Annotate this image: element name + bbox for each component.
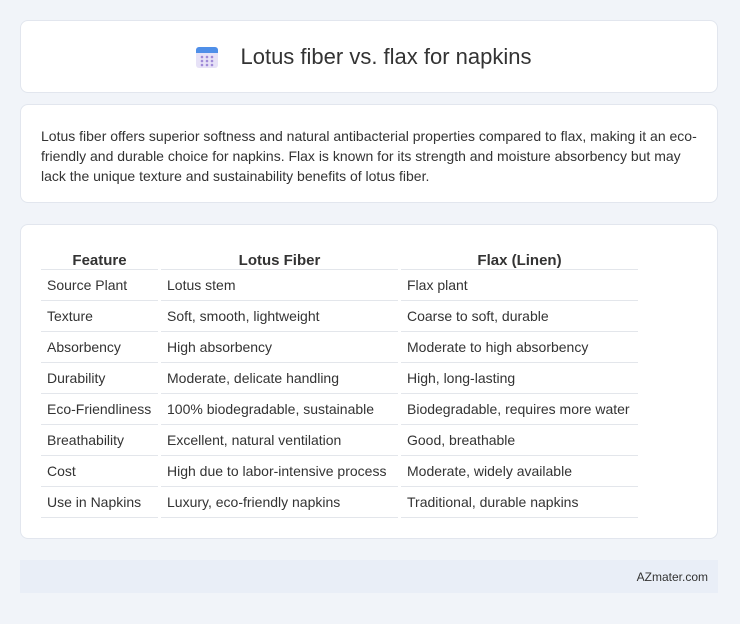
table-cell: Source Plant — [41, 270, 158, 301]
table-cell: High absorbency — [161, 332, 398, 363]
table-cell: Biodegradable, requires more water — [401, 394, 638, 425]
table-cell: Lotus stem — [161, 270, 398, 301]
table-row: Eco-Friendliness 100% biodegradable, sus… — [41, 394, 638, 425]
table-cell: Soft, smooth, lightweight — [161, 301, 398, 332]
table-cell: High due to labor-intensive process — [161, 456, 398, 487]
calendar-icon — [196, 46, 219, 68]
table-cell: Moderate to high absorbency — [401, 332, 638, 363]
table-cell: 100% biodegradable, sustainable — [161, 394, 398, 425]
table-cell: High, long-lasting — [401, 363, 638, 394]
footer-bar: AZmater.com — [20, 560, 718, 593]
table-cell: Absorbency — [41, 332, 158, 363]
column-header-feature: Feature — [41, 245, 158, 270]
table-cell: Breathability — [41, 425, 158, 456]
comparison-table: Feature Lotus Fiber Flax (Linen) Source … — [38, 245, 641, 518]
table-row: Source Plant Lotus stem Flax plant — [41, 270, 638, 301]
intro-card: Lotus fiber offers superior softness and… — [20, 104, 718, 203]
table-cell: Traditional, durable napkins — [401, 487, 638, 518]
table-cell: Durability — [41, 363, 158, 394]
table-cell: Luxury, eco-friendly napkins — [161, 487, 398, 518]
table-row: Use in Napkins Luxury, eco-friendly napk… — [41, 487, 638, 518]
intro-text: Lotus fiber offers superior softness and… — [41, 128, 697, 184]
table-cell: Moderate, widely available — [401, 456, 638, 487]
footer-brand[interactable]: AZmater.com — [637, 570, 708, 584]
table-cell: Cost — [41, 456, 158, 487]
table-header-row: Feature Lotus Fiber Flax (Linen) — [41, 245, 638, 270]
table-cell: Use in Napkins — [41, 487, 158, 518]
column-header-lotus-fiber: Lotus Fiber — [161, 245, 398, 270]
table-cell: Flax plant — [401, 270, 638, 301]
table-row: Texture Soft, smooth, lightweight Coarse… — [41, 301, 638, 332]
table-row: Breathability Excellent, natural ventila… — [41, 425, 638, 456]
table-cell: Texture — [41, 301, 158, 332]
table-row: Durability Moderate, delicate handling H… — [41, 363, 638, 394]
table-cell: Good, breathable — [401, 425, 638, 456]
page-title: Lotus fiber vs. flax for napkins — [240, 43, 532, 69]
table-row: Cost High due to labor-intensive process… — [41, 456, 638, 487]
column-header-flax-linen: Flax (Linen) — [401, 245, 638, 270]
table-cell: Excellent, natural ventilation — [161, 425, 398, 456]
title-card: Lotus fiber vs. flax for napkins — [20, 20, 718, 93]
table-cell: Coarse to soft, durable — [401, 301, 638, 332]
table-cell: Moderate, delicate handling — [161, 363, 398, 394]
table-row: Absorbency High absorbency Moderate to h… — [41, 332, 638, 363]
comparison-table-card: Feature Lotus Fiber Flax (Linen) Source … — [20, 224, 718, 539]
table-cell: Eco-Friendliness — [41, 394, 158, 425]
